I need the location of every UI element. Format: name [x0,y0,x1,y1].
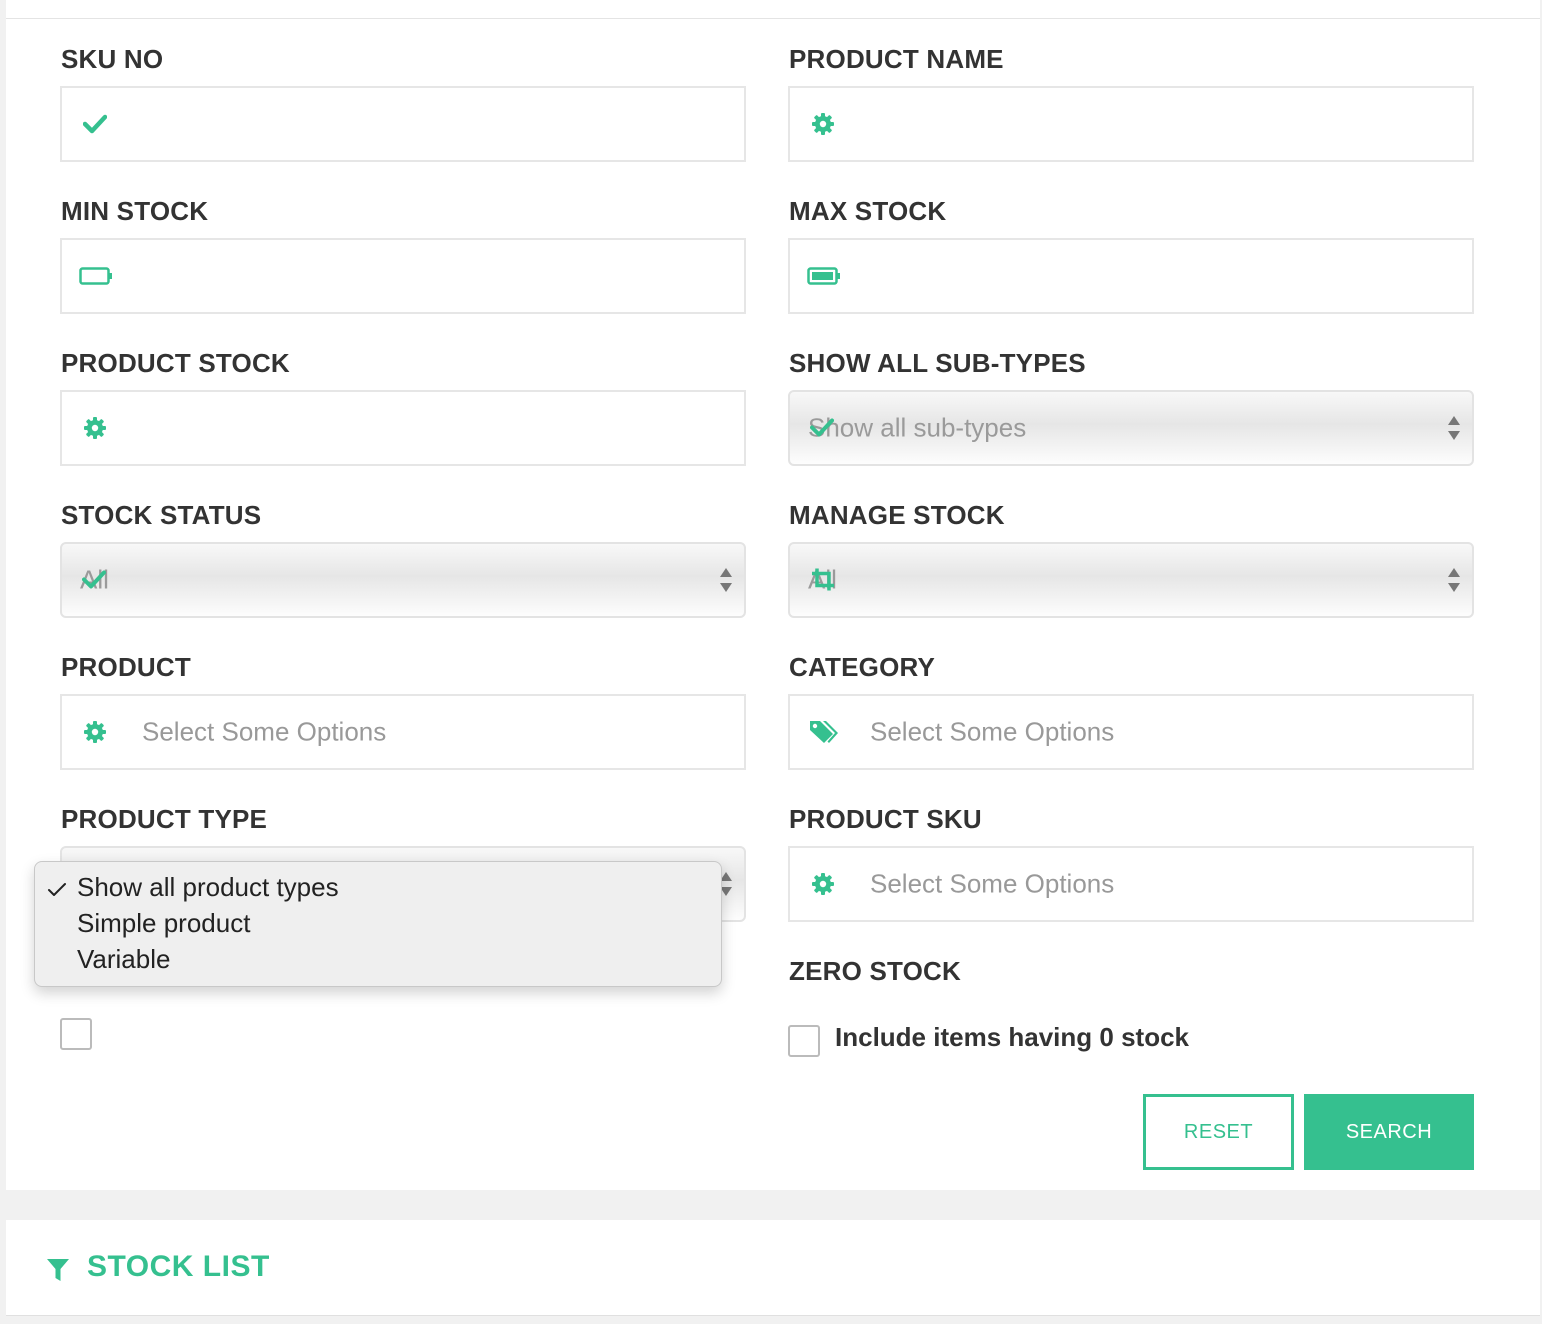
product-sku-multiselect[interactable]: Select Some Options [788,846,1474,922]
select-arrows-icon [1448,415,1460,441]
check-icon [82,570,106,595]
gear-icon [82,719,108,745]
product-sku-placeholder: Select Some Options [870,868,1115,899]
manage-stock-label: MANAGE STOCK [789,500,1005,530]
max-stock-field[interactable] [788,238,1474,314]
top-strip [6,0,1540,18]
product-type-label: PRODUCT TYPE [61,804,268,834]
zero-stock-checkbox[interactable] [788,1025,820,1057]
reset-button[interactable]: RESET [1143,1094,1294,1170]
select-arrows-icon [720,567,732,593]
category-label: CATEGORY [789,652,936,682]
tags-icon [808,719,840,745]
stock-status-select[interactable]: All [60,542,746,618]
gear-icon [810,871,836,897]
product-name-field[interactable] [788,86,1474,162]
battery-full-icon [806,263,842,289]
sku-no-field[interactable] [60,86,746,162]
search-button[interactable]: SEARCH [1304,1094,1474,1170]
product-placeholder: Select Some Options [142,716,387,747]
stock-status-label: STOCK STATUS [61,500,262,530]
zero-stock-checkbox-label: Include items having 0 stock [835,1022,1189,1052]
product-label: PRODUCT [61,652,191,682]
sub-types-select[interactable]: Show all sub-types [788,390,1474,466]
product-type-dropdown: Show all product types Simple product Va… [34,861,722,987]
category-placeholder: Select Some Options [870,716,1115,747]
gear-icon [82,415,108,441]
check-icon [810,418,834,443]
product-stock-label: PRODUCT STOCK [61,348,290,378]
sub-types-value: Show all sub-types [808,412,1027,443]
product-name-label: PRODUCT NAME [789,44,1004,74]
select-arrows-icon [1448,567,1460,593]
min-stock-field[interactable] [60,238,746,314]
check-icon [47,880,67,900]
zero-stock-label: ZERO STOCK [789,956,961,986]
dropdown-option[interactable]: Simple product [77,908,250,939]
dropdown-option[interactable]: Variable [77,944,170,975]
product-multiselect[interactable]: Select Some Options [60,694,746,770]
min-stock-label: MIN STOCK [61,196,209,226]
max-stock-label: MAX STOCK [789,196,947,226]
stock-list-title: STOCK LIST [87,1250,270,1283]
dropdown-option[interactable]: Show all product types [77,872,339,903]
sku-no-label: SKU NO [61,44,164,74]
left-checkbox[interactable] [60,1018,92,1050]
product-sku-label: PRODUCT SKU [789,804,982,834]
category-multiselect[interactable]: Select Some Options [788,694,1474,770]
manage-stock-select[interactable]: All [788,542,1474,618]
show-all-sub-types-label: SHOW ALL SUB-TYPES [789,348,1086,378]
gear-icon [810,111,836,137]
crop-icon [810,567,836,598]
check-icon [82,111,108,137]
battery-empty-icon [78,263,114,289]
product-stock-field[interactable] [60,390,746,466]
filter-icon [46,1257,70,1283]
